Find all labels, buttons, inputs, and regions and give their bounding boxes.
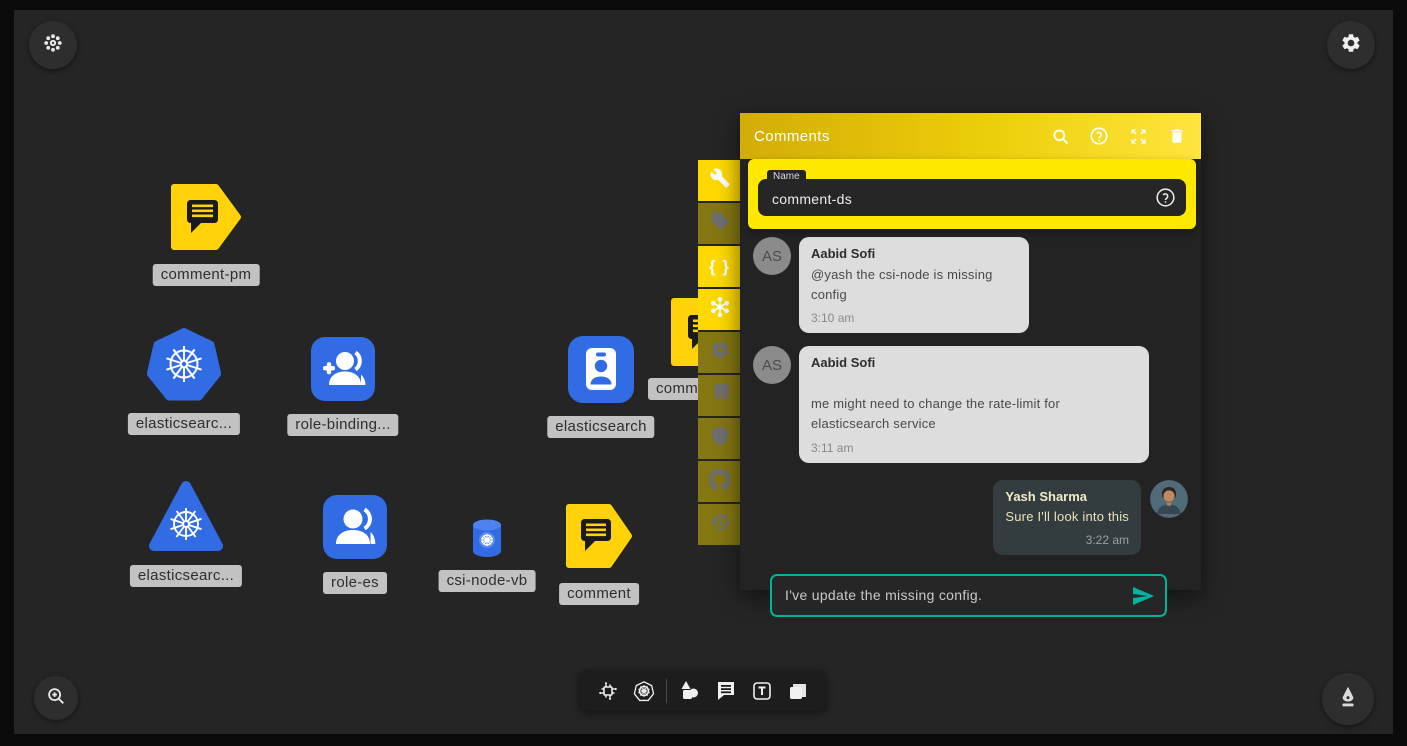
doc-search-icon — [710, 383, 730, 408]
kubernetes-heptagon-shape — [147, 327, 221, 401]
node-label: comment-pm — [153, 264, 260, 286]
message-time: 3:10 am — [811, 311, 1017, 325]
kubernetes-menu-button[interactable] — [29, 21, 77, 69]
search-icon[interactable] — [1050, 126, 1070, 146]
note-icon[interactable] — [784, 677, 812, 705]
service-account-shape — [568, 336, 634, 403]
shield-icon — [710, 426, 730, 451]
chat-message-input[interactable] — [770, 574, 1167, 617]
name-input[interactable] — [758, 179, 1186, 216]
kubernetes-flower-icon — [42, 32, 64, 59]
comments-panel: Comments Name AS Aabid Sofi @yash the cs… — [740, 113, 1201, 590]
zoom-in-icon — [45, 685, 67, 712]
help-icon[interactable] — [1155, 187, 1176, 208]
wrench-icon — [710, 168, 730, 193]
node-label: elasticsearc... — [130, 565, 242, 587]
node-csi-node-vb[interactable]: csi-node-vb — [470, 518, 504, 563]
node-comment-pm[interactable]: comment-pm — [170, 183, 242, 256]
expand-icon[interactable] — [1128, 126, 1148, 146]
configure-button[interactable] — [698, 160, 741, 201]
pen-nib-icon — [1335, 684, 1361, 715]
node-label: role-es — [323, 572, 387, 594]
message-bubble: Yash Sharma Sure I'll look into this 3:2… — [993, 480, 1141, 555]
history-button[interactable] — [698, 504, 741, 545]
message-author: Aabid Sofi — [811, 246, 1017, 261]
comment-bubble-icon[interactable] — [712, 677, 740, 705]
message-time: 3:22 am — [1005, 533, 1129, 547]
comment-pentagon-shape — [170, 183, 242, 251]
storage-cylinder-shape — [470, 518, 504, 558]
panel-title: Comments — [754, 128, 1050, 145]
help-icon[interactable] — [1089, 126, 1109, 146]
message-text: me might need to change the rate-limit f… — [811, 394, 1137, 434]
node-label: role-binding... — [287, 414, 398, 436]
label-button[interactable] — [698, 203, 741, 244]
text-icon[interactable] — [748, 677, 776, 705]
node-comment-partial[interactable] — [670, 297, 698, 372]
design-canvas[interactable]: comment-pm elasticsearc... role-bindin — [14, 10, 1393, 734]
annotation-pen-button[interactable] — [1322, 673, 1374, 725]
message-bubble: Aabid Sofi @yash the csi-node is missing… — [799, 237, 1029, 333]
node-name-section: Name — [748, 159, 1196, 229]
chat-message: Yash Sharma Sure I'll look into this 3:2… — [753, 480, 1188, 555]
name-field-label: Name — [767, 170, 806, 184]
avatar: AS — [753, 237, 791, 275]
comment-pentagon-shape — [670, 297, 698, 367]
toolbar-divider — [666, 679, 667, 703]
message-time: 3:11 am — [811, 441, 1137, 455]
node-label: comment — [559, 583, 639, 605]
inspect-resource-button[interactable] — [698, 375, 741, 416]
role-shape — [323, 495, 387, 559]
github-icon — [709, 469, 730, 495]
tag-icon — [710, 211, 730, 236]
json-config-button[interactable]: { } — [698, 246, 741, 287]
message-text: @yash the csi-node is missing config — [811, 265, 1017, 305]
hub-icon — [709, 296, 731, 323]
node-elasticsearch-heptagon[interactable]: elasticsearc... — [147, 327, 221, 406]
app-window: comment-pm elasticsearc... role-bindin — [0, 0, 1407, 746]
node-label: elasticsearc... — [128, 413, 240, 435]
gear-icon — [710, 340, 730, 365]
node-label: elasticsearch — [547, 416, 654, 438]
role-binding-shape — [311, 337, 375, 401]
settings-button[interactable] — [1327, 21, 1375, 69]
delete-icon[interactable] — [1167, 126, 1187, 146]
node-elasticsearch-badge[interactable]: elasticsearch — [568, 336, 634, 408]
message-text: Sure I'll look into this — [1005, 507, 1129, 527]
node-role-es[interactable]: role-es — [323, 495, 387, 564]
braces-icon: { } — [709, 257, 730, 277]
send-icon[interactable] — [1131, 584, 1155, 608]
comments-panel-header[interactable]: Comments — [740, 113, 1201, 159]
canvas-tools-toolbar — [580, 670, 826, 711]
shapes-icon[interactable] — [675, 677, 703, 705]
avatar: AS — [753, 346, 791, 384]
service-mesh-button[interactable] — [698, 289, 741, 330]
graph-icon[interactable] — [594, 677, 622, 705]
node-action-toolbar: { } — [698, 160, 741, 547]
kubernetes-triangle-shape — [148, 480, 224, 554]
settings-button-node[interactable] — [698, 332, 741, 373]
node-label: csi-node-vb — [439, 570, 536, 592]
message-bubble: Aabid Sofi me might need to change the r… — [799, 346, 1149, 462]
history-icon — [710, 512, 730, 537]
node-role-binding[interactable]: role-binding... — [311, 337, 375, 406]
github-button[interactable] — [698, 461, 741, 502]
kubernetes-icon[interactable] — [630, 677, 658, 705]
security-button[interactable] — [698, 418, 741, 459]
message-author: Yash Sharma — [1005, 489, 1129, 504]
chat-message: AS Aabid Sofi @yash the csi-node is miss… — [753, 237, 1188, 333]
node-elasticsearch-triangle[interactable]: elasticsearc... — [148, 480, 224, 559]
chat-message-list[interactable]: AS Aabid Sofi @yash the csi-node is miss… — [740, 229, 1201, 617]
settings-gear-icon — [1340, 32, 1362, 59]
node-comment[interactable]: comment — [565, 503, 633, 574]
comment-pentagon-shape — [565, 503, 633, 569]
message-author: Aabid Sofi — [811, 355, 1137, 370]
chat-message: AS Aabid Sofi me might need to change th… — [753, 346, 1188, 462]
avatar-photo — [1150, 480, 1188, 518]
zoom-button[interactable] — [34, 676, 78, 720]
